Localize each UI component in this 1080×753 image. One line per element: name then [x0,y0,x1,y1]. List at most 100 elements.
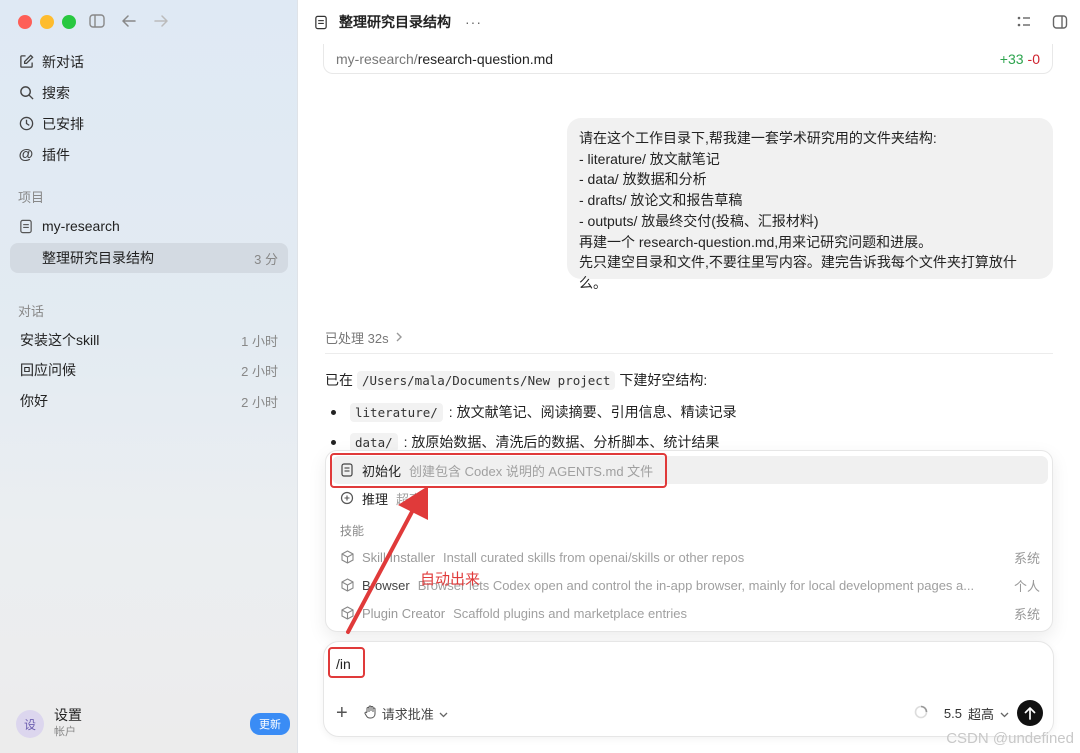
window-controls [18,15,76,29]
panel-toggle-icon[interactable] [1052,14,1068,33]
processed-toggle[interactable]: 已处理 32s [325,328,403,347]
list-item: literature/ : 放文献笔记、阅读摘要、引用信息、精读记录 [331,402,737,422]
zoom-window-button[interactable] [62,15,76,29]
model-selector[interactable]: 5.5 超高 [944,704,1009,723]
command-description: 超高 [396,491,423,507]
project-my-research[interactable]: my-research [10,211,288,241]
approval-label: 请求批准 [381,706,434,722]
additions-count: +33 [999,50,1024,67]
sidebar-toolbar [88,12,170,30]
project-name: my-research [42,218,120,234]
skill-scope: 个人 [1013,578,1040,594]
message-line: 再建一个 research-question.md,用来记研究问题和进展。 [579,233,933,250]
skill-title: Skill Installer [362,549,435,565]
sidebar-nav: 新对话 搜索 已安排 @ 插件 [10,46,288,170]
nav-search[interactable]: 搜索 [10,77,288,108]
app-window: 新对话 搜索 已安排 @ 插件 项目 my-research 整理研究目录结构 … [0,0,1080,753]
nav-label: 已安排 [42,115,84,132]
response-text: 已在 [325,372,353,388]
message-line: 请在这个工作目录下,帮我建一套学术研究用的文件夹结构: [579,130,937,146]
highlight-box-input [328,647,365,678]
diff-stats: +33 -0 [1000,51,1040,67]
hand-icon [364,705,377,722]
thread-label: 整理研究目录结构 [42,250,154,266]
account-row[interactable]: 设 设置 帐户 更新 [16,706,290,742]
bullet-dot [331,409,336,415]
inline-code-path: /Users/mala/Documents/New project [357,370,616,390]
account-label: 帐户 [54,726,76,738]
conversation-item[interactable]: 你好 2 小时 [10,386,288,416]
at-icon: @ [18,146,34,163]
divider [325,353,1053,354]
inline-code: data/ [350,432,398,452]
composer-right: 5.5 超高 [914,700,1043,726]
file-dir: my-research/ [336,50,418,67]
approval-dropdown[interactable]: 请求批准 [364,704,448,723]
conversation-label: 回应问候 [20,362,76,378]
nav-new-chat[interactable]: 新对话 [10,46,288,77]
deletions-count: -0 [1027,50,1040,67]
settings-label: 设置 [54,707,82,723]
chevron-down-icon [1000,706,1009,721]
skill-description: Install curated skills from openai/skill… [442,549,745,565]
annotation-label: 自动出来 [420,571,481,588]
model-version: 5.5 [943,705,962,721]
skill-item[interactable]: Skill Installer Install curated skills f… [332,543,1048,571]
conversation-time: 1 小时 [241,333,278,349]
bullet-dot [331,439,336,445]
user-message-bubble: 请在这个工作目录下,帮我建一套学术研究用的文件夹结构: - literature… [567,118,1053,291]
thread-time: 3 分 [254,251,278,267]
nav-scheduled[interactable]: 已安排 [10,108,288,139]
update-button[interactable]: 更新 [250,713,290,735]
file-name: research-question.md [417,50,554,67]
conversation-item[interactable]: 安装这个skill 1 小时 [10,325,288,355]
conversation-time: 2 小时 [241,394,278,410]
nav-label: 搜索 [42,84,70,101]
skills-section-label: 技能 [340,524,365,538]
processed-label: 已处理 32s [325,331,389,346]
edit-icon [18,54,34,70]
message-line: 先只建空目录和文件,不要往里写内容。建完告诉我每个文件夹打算放什么。 [579,254,1017,291]
sidebar-toggle-icon[interactable] [88,12,106,30]
conversation-label: 安装这个skill [20,332,100,348]
list-item: data/ : 放原始数据、清洗后的数据、分析脚本、统计结果 [331,432,719,452]
cube-icon [340,606,354,620]
skill-item[interactable]: Plugin Creator Scaffold plugins and mark… [332,599,1048,627]
list-icon[interactable] [1016,14,1032,33]
command-reasoning[interactable]: 推理 超高 [332,484,1048,512]
response-text: 下建好空结构: [619,372,708,388]
cube-icon [340,550,354,564]
list-item-text: : 放文献笔记、阅读摘要、引用信息、精读记录 [448,404,737,420]
back-arrow-icon[interactable] [120,12,138,30]
send-button[interactable] [1017,700,1043,726]
page-title: 整理研究目录结构 [339,14,451,30]
conversation-label: 你好 [20,393,48,409]
thread-header: 整理研究目录结构 ··· [299,0,1080,44]
forward-arrow-icon[interactable] [152,12,170,30]
composer[interactable]: /in + 请求批准 5.5 超高 [323,641,1054,737]
projects-section-label: 项目 [18,190,45,205]
file-change-card[interactable]: my-research/research-question.md +33 -0 [323,44,1053,74]
skill-description: Browser lets Codex open and control the … [417,577,975,593]
message-line: - outputs/ 放最终交付(投稿、汇报材料) [579,212,819,229]
effort-label: 超高 [967,706,994,722]
folder-icon [18,218,34,234]
thread-active[interactable]: 整理研究目录结构 3 分 [10,243,288,273]
cube-icon [340,578,354,592]
file-path: my-research/research-question.md [336,51,553,67]
document-icon [313,14,329,30]
more-options-icon[interactable]: ··· [465,14,482,30]
skill-title: Browser [362,577,410,593]
skill-scope: 系统 [1013,606,1040,622]
plus-icon[interactable]: + [336,703,348,723]
highlight-box-command [330,453,667,488]
conversations-section-label: 对话 [18,304,45,319]
close-window-button[interactable] [18,15,32,29]
skill-description: Scaffold plugins and marketplace entries [453,605,688,621]
message-line: - drafts/ 放论文和报告草稿 [579,192,743,209]
minimize-window-button[interactable] [40,15,54,29]
conversation-item[interactable]: 回应问候 2 小时 [10,355,288,385]
skill-title: Plugin Creator [362,605,446,621]
main-panel: 整理研究目录结构 ··· my-research/research-questi… [299,0,1080,753]
nav-plugins[interactable]: @ 插件 [10,139,288,170]
